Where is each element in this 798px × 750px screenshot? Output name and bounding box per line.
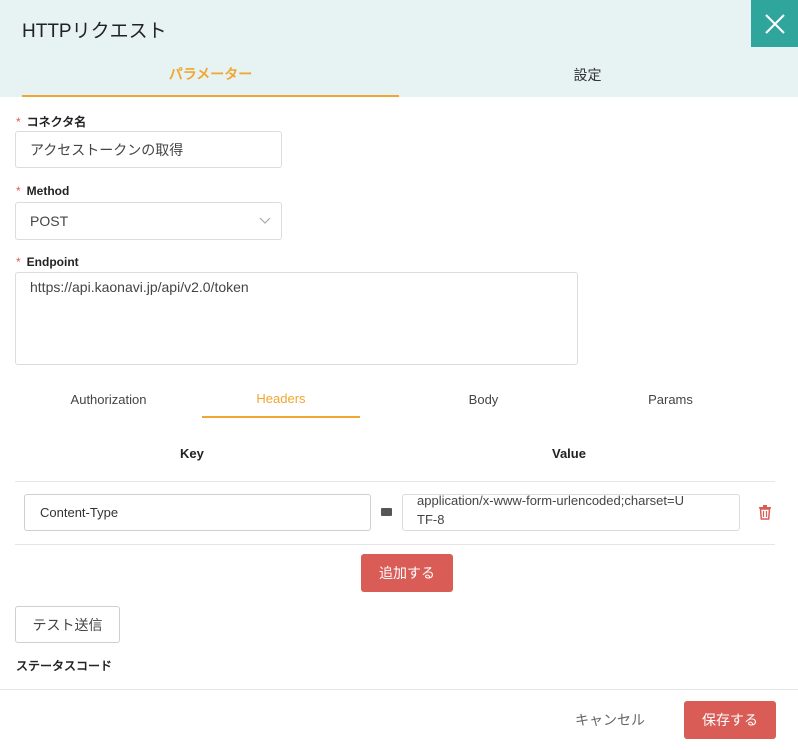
connector-name-input[interactable]: アクセストークンの取得 bbox=[15, 131, 282, 168]
column-header-value: Value bbox=[552, 446, 586, 461]
tab-settings[interactable]: 設定 bbox=[399, 52, 776, 97]
endpoint-label: * Endpoint bbox=[16, 255, 79, 269]
table-divider bbox=[15, 481, 775, 482]
method-select[interactable]: POST bbox=[15, 202, 282, 240]
header-value-line-2: TF-8 bbox=[417, 512, 445, 527]
connector-name-label: * コネクタ名 bbox=[16, 115, 87, 129]
cancel-button[interactable]: キャンセル bbox=[560, 701, 660, 738]
header-value-line-1: application/x-www-form-urlencoded;charse… bbox=[417, 494, 684, 508]
required-marker: * bbox=[16, 184, 21, 198]
status-code-label: ステータスコード bbox=[16, 659, 113, 673]
header-key-input[interactable]: Content-Type bbox=[24, 494, 371, 531]
tab-params[interactable]: Params bbox=[577, 380, 764, 418]
method-label: * Method bbox=[16, 184, 70, 198]
close-icon bbox=[764, 13, 785, 34]
dialog-title: HTTPリクエスト bbox=[22, 21, 167, 42]
save-button[interactable]: 保存する bbox=[684, 701, 776, 739]
add-header-button[interactable]: 追加する bbox=[361, 554, 453, 592]
column-header-key: Key bbox=[180, 446, 204, 461]
required-marker: * bbox=[16, 115, 21, 129]
table-divider bbox=[15, 544, 775, 545]
endpoint-textarea[interactable]: https://api.kaonavi.jp/api/v2.0/token bbox=[15, 272, 578, 365]
tab-authorization[interactable]: Authorization bbox=[15, 380, 202, 418]
tab-parameters[interactable]: パラメーター bbox=[22, 52, 399, 97]
close-button[interactable] bbox=[751, 0, 798, 47]
required-marker: * bbox=[16, 255, 21, 269]
delete-row-button[interactable] bbox=[758, 505, 772, 525]
tab-body[interactable]: Body bbox=[390, 380, 577, 418]
equals-icon bbox=[381, 508, 392, 516]
test-send-button[interactable]: テスト送信 bbox=[15, 606, 120, 643]
footer-divider bbox=[0, 689, 798, 690]
tab-headers[interactable]: Headers bbox=[202, 380, 360, 418]
method-value: POST bbox=[30, 213, 69, 229]
trash-icon bbox=[759, 505, 771, 520]
header-value-input[interactable]: application/x-www-form-urlencoded;charse… bbox=[402, 494, 740, 531]
chevron-down-icon bbox=[259, 217, 271, 224]
